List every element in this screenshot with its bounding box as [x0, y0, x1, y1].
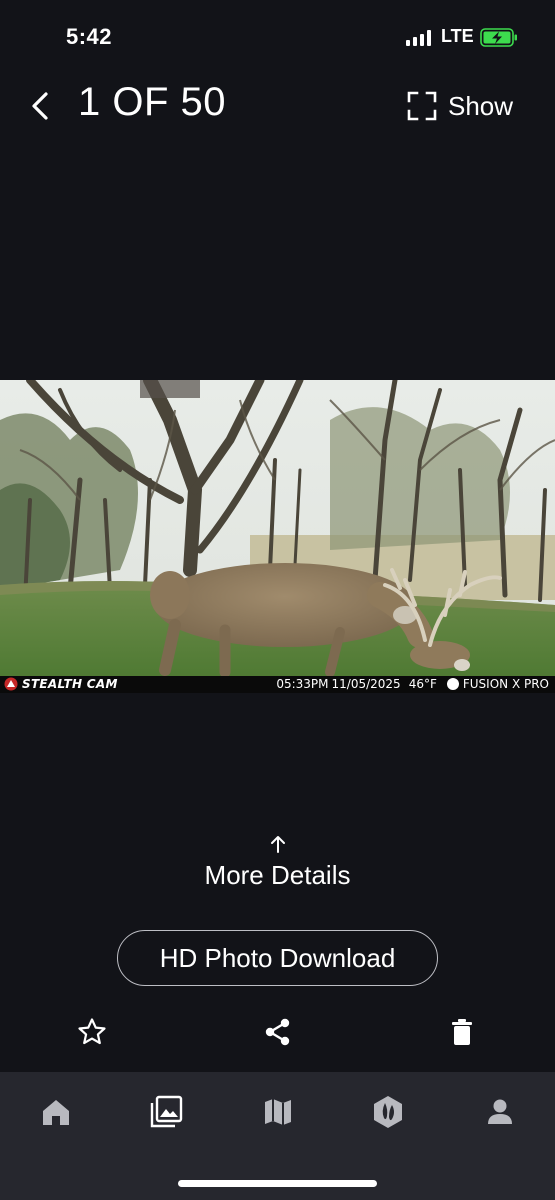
- profile-icon[interactable]: [482, 1094, 518, 1130]
- fullscreen-icon: [407, 91, 437, 121]
- stamp-brand: STEALTH CAM: [22, 677, 118, 691]
- camera-stamp-bar: STEALTH CAM 05:33PM 11/05/2025 46°F FUSI…: [0, 676, 555, 693]
- trail-camera-photo[interactable]: [0, 380, 555, 693]
- map-icon[interactable]: [260, 1094, 296, 1130]
- network-label: LTE: [441, 26, 474, 46]
- stamp-date: 11/05/2025: [331, 677, 401, 691]
- share-icon[interactable]: [262, 1016, 294, 1048]
- status-bar: 5:42 LTE: [0, 0, 555, 70]
- show-button[interactable]: Show: [406, 88, 513, 124]
- stealth-cam-logo-icon: [4, 677, 18, 691]
- trash-icon[interactable]: [446, 1016, 478, 1048]
- stamp-model: FUSION X PRO: [462, 677, 549, 691]
- more-details-label: More Details: [204, 860, 351, 890]
- hd-photo-download-button[interactable]: HD Photo Download: [117, 930, 438, 986]
- home-icon[interactable]: [38, 1094, 74, 1130]
- more-details-button[interactable]: More Details: [0, 834, 555, 891]
- signal-icon: [406, 30, 432, 46]
- photo-actions: [0, 1012, 555, 1054]
- viewer-header: 1 OF 50 Show: [0, 70, 555, 140]
- battery-charging-icon: [480, 28, 517, 47]
- deer-track-icon[interactable]: [370, 1094, 406, 1130]
- stamp-time: 05:33PM: [276, 677, 329, 691]
- arrow-up-icon: [270, 836, 285, 853]
- photo-counter: 1 OF 50: [78, 80, 227, 124]
- show-label: Show: [448, 90, 514, 121]
- home-indicator[interactable]: [178, 1180, 377, 1187]
- stamp-temp: 46°F: [408, 677, 437, 691]
- moon-phase-icon: [446, 678, 459, 690]
- star-icon[interactable]: [76, 1016, 108, 1048]
- status-time: 5:42: [66, 24, 113, 49]
- photo-image: [0, 380, 555, 676]
- gallery-icon[interactable]: [148, 1094, 184, 1130]
- chevron-left-icon[interactable]: [26, 88, 56, 124]
